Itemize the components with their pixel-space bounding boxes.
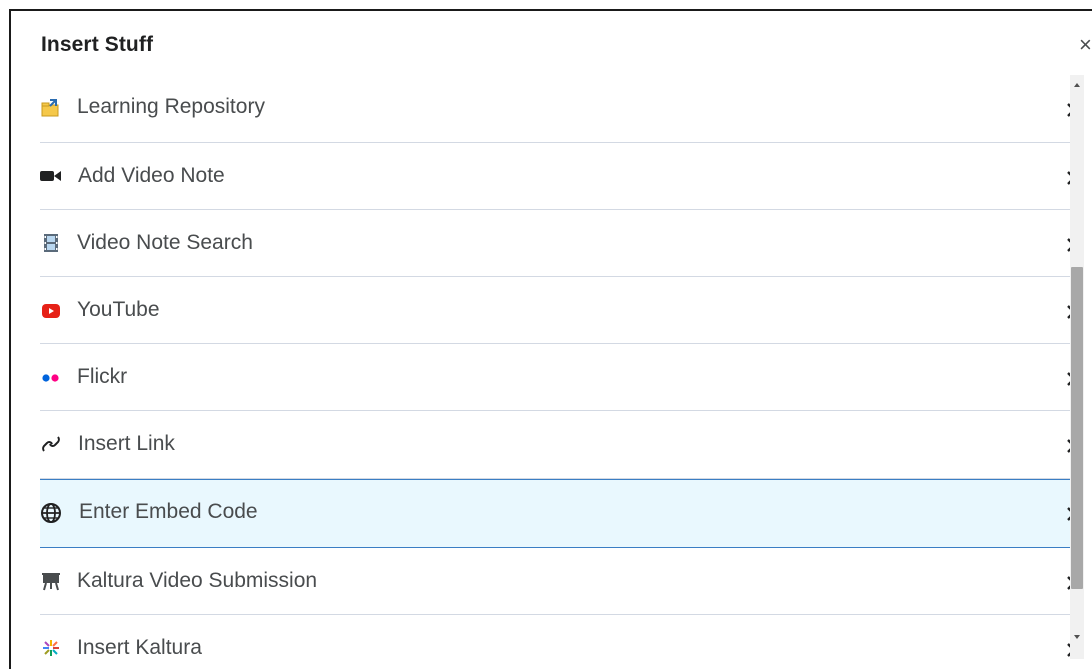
- youtube-icon: [40, 300, 62, 322]
- scroll-down-arrow-icon[interactable]: [1070, 630, 1084, 642]
- video-camera-icon: [40, 165, 62, 187]
- list-item-label: Flickr: [77, 365, 128, 388]
- insert-options-list: Learning Repository Add Video Note Video…: [40, 73, 1079, 669]
- list-item-insert-kaltura[interactable]: Insert Kaltura: [40, 615, 1079, 669]
- list-item-label: Insert Link: [78, 432, 175, 455]
- list-item-enter-embed-code[interactable]: Enter Embed Code: [40, 479, 1079, 548]
- list-item-label: Video Note Search: [77, 231, 253, 254]
- list-item-label: Enter Embed Code: [79, 500, 258, 523]
- scroll-up-arrow-icon[interactable]: [1070, 78, 1084, 90]
- globe-icon: [40, 502, 62, 524]
- list-item-label: Learning Repository: [77, 95, 265, 118]
- close-icon[interactable]: ×: [1079, 33, 1092, 57]
- list-item-label: Insert Kaltura: [77, 636, 202, 659]
- list-item-video-note-search[interactable]: Video Note Search: [40, 210, 1079, 277]
- insert-stuff-dialog: Insert Stuff × Learning Repository Add V…: [9, 9, 1092, 669]
- list-item-add-video-note[interactable]: Add Video Note: [40, 143, 1079, 210]
- dialog-title: Insert Stuff: [41, 33, 154, 56]
- list-item-youtube[interactable]: YouTube: [40, 277, 1079, 344]
- film-strip-icon: [40, 232, 62, 254]
- scrollbar-thumb[interactable]: [1071, 267, 1083, 589]
- kaltura-icon: [40, 637, 62, 659]
- list-item-flickr[interactable]: Flickr: [40, 344, 1079, 411]
- list-item-insert-link[interactable]: Insert Link: [40, 411, 1079, 479]
- list-item-label: Add Video Note: [78, 164, 225, 187]
- link-icon: [40, 433, 62, 455]
- list-item-label: YouTube: [77, 298, 160, 321]
- easel-icon: [40, 570, 62, 592]
- list-item-label: Kaltura Video Submission: [77, 569, 318, 592]
- flickr-icon: [40, 367, 62, 389]
- learning-repository-icon: [40, 97, 62, 119]
- list-item-kaltura-video-submission[interactable]: Kaltura Video Submission: [40, 548, 1079, 615]
- list-item-learning-repository[interactable]: Learning Repository: [40, 73, 1079, 143]
